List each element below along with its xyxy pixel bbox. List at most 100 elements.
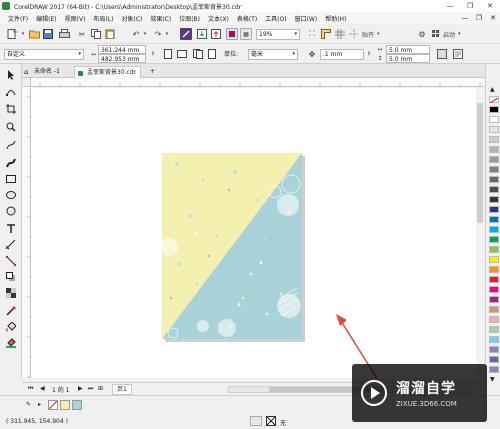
artistic-media-icon[interactable]: [4, 156, 18, 169]
new-document-icon[interactable]: [6, 28, 18, 40]
pick-tool-icon[interactable]: [4, 68, 18, 81]
options-gear-icon[interactable]: ⚙: [416, 28, 428, 40]
menu-effects[interactable]: 效果(C): [146, 14, 175, 23]
zoom-dropdown-icon[interactable]: ▾: [294, 30, 297, 39]
swatch-green[interactable]: [489, 236, 499, 243]
welcome-screen-icon[interactable]: ▦: [240, 28, 252, 40]
current-page-icon[interactable]: [206, 48, 218, 60]
export-icon[interactable]: [210, 28, 222, 40]
ruler-origin-corner[interactable]: [22, 78, 31, 87]
save-icon[interactable]: [42, 28, 54, 40]
swatch-lavender[interactable]: [489, 346, 499, 353]
nudge-spinner[interactable]: ⇕: [366, 48, 372, 60]
swatch-gray-70[interactable]: [489, 186, 499, 193]
full-screen-icon[interactable]: ⛶: [306, 28, 318, 40]
eyedropper-tool-icon[interactable]: [4, 304, 18, 317]
rectangle-tool-icon[interactable]: [4, 172, 18, 185]
show-rulers-icon[interactable]: [320, 28, 332, 40]
page-width-field[interactable]: 361.244 mm: [98, 45, 146, 54]
ellipse-tool-icon[interactable]: [4, 188, 18, 201]
new-dropdown-icon[interactable]: ▾: [20, 28, 26, 40]
undo-icon[interactable]: ↶: [130, 28, 142, 40]
snap-to-dropdown[interactable]: 贴齐 ▾: [362, 28, 402, 40]
swatch-no-color[interactable]: [489, 96, 499, 104]
menu-tools[interactable]: 工具(O): [261, 14, 290, 23]
page-size-select[interactable]: 自定义 ▾: [4, 49, 84, 60]
swatch-gray-50[interactable]: [489, 166, 499, 173]
swatch-red[interactable]: [489, 276, 499, 283]
page-options-icon[interactable]: [452, 48, 464, 60]
doc-close-button[interactable]: ✕: [486, 12, 500, 24]
last-page-icon[interactable]: ⏭: [88, 385, 93, 393]
publish-pdf-icon[interactable]: [226, 28, 238, 40]
swatch-periwinkle[interactable]: [489, 366, 499, 373]
cut-icon[interactable]: ✂: [76, 28, 88, 40]
swatch-navy[interactable]: [489, 206, 499, 213]
swatch-gray-60[interactable]: [489, 176, 499, 183]
swatch-slate-blue[interactable]: [489, 356, 499, 363]
first-page-icon[interactable]: ⏮: [28, 385, 33, 393]
vertical-scrollbar[interactable]: [476, 87, 484, 383]
vertical-scroll-thumb[interactable]: [477, 103, 483, 223]
swatch-tan[interactable]: [489, 306, 499, 313]
menu-help[interactable]: 帮助(H): [321, 14, 350, 23]
tab-new-button[interactable]: +: [148, 66, 159, 78]
swatch-pink[interactable]: [489, 316, 499, 323]
redo-dropdown-icon[interactable]: ▾: [164, 28, 170, 40]
zoom-tool-icon[interactable]: [4, 120, 18, 133]
palette-scroll-up-icon[interactable]: ▲: [490, 86, 495, 93]
landscape-orientation-icon[interactable]: [176, 48, 188, 60]
text-tool-icon[interactable]: [4, 222, 18, 235]
swatch-gray-40[interactable]: [489, 156, 499, 163]
swatch-gray-30[interactable]: [489, 146, 499, 153]
add-page-icon[interactable]: ⊞: [98, 385, 103, 392]
menu-window[interactable]: 窗口(W): [291, 14, 322, 23]
maximize-button[interactable]: ❐: [460, 0, 480, 12]
freehand-tool-icon[interactable]: [4, 138, 18, 151]
drawing-canvas[interactable]: [31, 88, 483, 378]
smart-fill-icon[interactable]: [4, 336, 18, 349]
palette-scroll-down-icon[interactable]: ▼: [490, 376, 495, 383]
swatch-purple[interactable]: [489, 296, 499, 303]
drop-shadow-tool-icon[interactable]: [4, 270, 18, 283]
swatch-orange[interactable]: [489, 266, 499, 273]
transparency-tool-icon[interactable]: [4, 286, 18, 299]
open-folder-icon[interactable]: [28, 28, 40, 40]
minimize-button[interactable]: —: [440, 0, 460, 12]
eyedropper-icon[interactable]: ✎: [26, 401, 31, 408]
print-icon[interactable]: [58, 28, 70, 40]
redo-icon[interactable]: ↷: [152, 28, 164, 40]
close-button[interactable]: ✕: [480, 0, 500, 12]
doc-minimize-button[interactable]: —: [458, 12, 472, 24]
shape-tool-icon[interactable]: [4, 84, 18, 97]
interactive-fill-icon[interactable]: [4, 320, 18, 333]
tab-untitled[interactable]: ⌂ 未命名 -1: [22, 66, 64, 78]
parallel-dimension-icon[interactable]: [4, 238, 18, 251]
doc-swatch-blue[interactable]: [72, 400, 82, 410]
swatch-blue[interactable]: [489, 216, 499, 223]
search-content-icon[interactable]: [180, 28, 192, 40]
swatch-cyan[interactable]: [489, 226, 499, 233]
next-page-icon[interactable]: ▶: [78, 385, 83, 392]
menu-layout[interactable]: 布局(L): [89, 14, 117, 23]
swatch-lime[interactable]: [489, 246, 499, 253]
connector-tool-icon[interactable]: [4, 254, 18, 267]
menu-file[interactable]: 文件(F): [4, 14, 32, 23]
page-size-spinner[interactable]: ⇕: [150, 46, 156, 62]
treat-as-filled-icon[interactable]: [436, 48, 448, 60]
palette-arrow-icon[interactable]: ▸: [38, 401, 41, 408]
menu-table[interactable]: 表格(T): [233, 14, 261, 23]
doc-swatch-none[interactable]: [48, 400, 58, 410]
import-icon[interactable]: [196, 28, 208, 40]
page-tab-1[interactable]: 页1: [112, 384, 132, 395]
swatch-gray-10[interactable]: [489, 126, 499, 133]
show-guidelines-icon[interactable]: [348, 28, 360, 40]
units-select[interactable]: 毫米 ▾: [248, 49, 298, 60]
crop-tool-icon[interactable]: [4, 102, 18, 115]
all-pages-icon[interactable]: [192, 48, 204, 60]
swatch-gray-80[interactable]: [489, 196, 499, 203]
polygon-tool-icon[interactable]: [4, 204, 18, 217]
menu-object[interactable]: 对象(C): [117, 14, 146, 23]
menu-edit[interactable]: 编辑(E): [32, 14, 60, 23]
duplicate-x-field[interactable]: 5.0 mm: [386, 45, 430, 54]
